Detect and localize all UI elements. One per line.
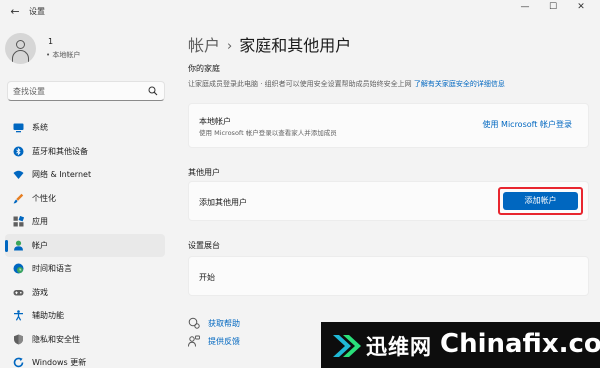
sidebar-item-personalization[interactable]: 个性化 bbox=[5, 187, 165, 211]
gamepad-icon bbox=[13, 289, 24, 295]
person-icon bbox=[14, 240, 23, 250]
section-title-other-users: 其他用户 bbox=[188, 168, 220, 177]
sidebar-item-windows-update[interactable]: Windows 更新 bbox=[5, 351, 165, 368]
shield-icon bbox=[14, 334, 23, 344]
avatar[interactable] bbox=[5, 33, 36, 64]
sidebar-item-label: 帐户 bbox=[32, 240, 48, 250]
user-account-type: • 本地帐户 bbox=[46, 51, 81, 59]
globe-clock-icon bbox=[13, 263, 24, 274]
sidebar-item-label: 应用 bbox=[32, 217, 48, 226]
search-box[interactable] bbox=[7, 81, 165, 101]
monitor-icon bbox=[13, 123, 24, 133]
sidebar-item-label: 蓝牙和其他设备 bbox=[32, 146, 88, 156]
watermark-english-text: Chinafix.com bbox=[440, 329, 600, 359]
paint-brush-icon bbox=[13, 193, 24, 203]
breadcrumb: 帐户 › 家庭和其他用户 bbox=[188, 32, 351, 56]
maximize-button[interactable]: ☐ bbox=[540, 0, 566, 14]
arrow-left-icon[interactable]: ← bbox=[8, 5, 22, 19]
kiosk-card[interactable]: 开始 bbox=[188, 256, 589, 296]
bluetooth-icon bbox=[13, 146, 24, 156]
sidebar-item-label: 系统 bbox=[32, 123, 48, 132]
sidebar-item-label: 隐私和安全性 bbox=[32, 334, 80, 344]
sidebar-item-label: 游戏 bbox=[32, 287, 48, 297]
kiosk-start-label: 开始 bbox=[199, 273, 215, 282]
sidebar-item-label: 个性化 bbox=[32, 193, 56, 203]
user-name: 1 bbox=[48, 37, 54, 46]
page-title: 家庭和其他用户 bbox=[239, 36, 352, 55]
sidebar-item-time-language[interactable]: 时间和语言 bbox=[5, 257, 165, 281]
sidebar-nav: 系统 蓝牙和其他设备 网络 & Internet 个性化 应用 帐户 时间和语言 bbox=[5, 116, 165, 368]
watermark: 迅维网 Chinafix.com bbox=[321, 322, 600, 368]
search-icon[interactable] bbox=[148, 86, 158, 96]
highlight-frame: 添加帐户 bbox=[498, 187, 583, 215]
sidebar: 1 • 本地帐户 系统 蓝牙和其他设备 网络 & Internet 个性化 应用 bbox=[0, 24, 174, 368]
add-account-button[interactable]: 添加帐户 bbox=[503, 192, 578, 210]
family-description: 让家庭成员登录此电脑 · 组织者可以使用安全设置帮助成员始终安全上网 了解有关家… bbox=[188, 80, 505, 88]
add-user-card: 添加其他用户 添加帐户 bbox=[188, 181, 589, 221]
search-input[interactable] bbox=[13, 85, 143, 97]
local-account-description: 使用 Microsoft 帐户登录以查看家人并添加成员 bbox=[199, 129, 337, 137]
help-chat-icon bbox=[188, 317, 200, 329]
app-title: 设置 bbox=[29, 7, 45, 16]
wifi-icon bbox=[13, 170, 24, 179]
apps-icon bbox=[13, 216, 24, 227]
sidebar-item-label: 辅助功能 bbox=[32, 311, 64, 320]
section-title-family: 你的家庭 bbox=[188, 64, 220, 73]
feedback-person-icon bbox=[188, 335, 200, 347]
breadcrumb-parent[interactable]: 帐户 bbox=[188, 36, 220, 55]
watermark-chinese-text: 迅维网 bbox=[366, 335, 432, 359]
chinafix-logo-icon bbox=[333, 335, 361, 357]
sidebar-item-label: Windows 更新 bbox=[32, 358, 87, 367]
sidebar-item-privacy-security[interactable]: 隐私和安全性 bbox=[5, 328, 165, 352]
close-button[interactable]: ✕ bbox=[568, 0, 594, 14]
sidebar-item-network[interactable]: 网络 & Internet bbox=[5, 163, 165, 187]
minimize-button[interactable]: — bbox=[512, 0, 538, 14]
sidebar-item-label: 网络 & Internet bbox=[32, 170, 92, 179]
section-title-kiosk: 设置展台 bbox=[188, 241, 220, 250]
update-icon bbox=[13, 357, 24, 368]
sidebar-item-apps[interactable]: 应用 bbox=[5, 210, 165, 234]
local-account-card: 本地帐户 使用 Microsoft 帐户登录以查看家人并添加成员 使用 Micr… bbox=[188, 103, 589, 148]
sidebar-item-label: 时间和语言 bbox=[32, 264, 72, 273]
sidebar-item-bluetooth[interactable]: 蓝牙和其他设备 bbox=[5, 140, 165, 164]
sidebar-item-accessibility[interactable]: 辅助功能 bbox=[5, 304, 165, 328]
accessibility-icon bbox=[14, 310, 23, 321]
sidebar-item-system[interactable]: 系统 bbox=[5, 116, 165, 140]
sidebar-item-accounts[interactable]: 帐户 bbox=[5, 233, 165, 257]
family-safety-link[interactable]: 了解有关家庭安全的详细信息 bbox=[414, 80, 505, 88]
microsoft-sign-in-link[interactable]: 使用 Microsoft 帐户登录 bbox=[483, 119, 573, 130]
breadcrumb-separator: › bbox=[227, 39, 233, 54]
title-bar: ← 设置 — ☐ ✕ bbox=[0, 0, 600, 24]
sidebar-item-gaming[interactable]: 游戏 bbox=[5, 281, 165, 305]
local-account-title: 本地帐户 bbox=[199, 117, 231, 126]
add-user-title: 添加其他用户 bbox=[199, 198, 247, 207]
